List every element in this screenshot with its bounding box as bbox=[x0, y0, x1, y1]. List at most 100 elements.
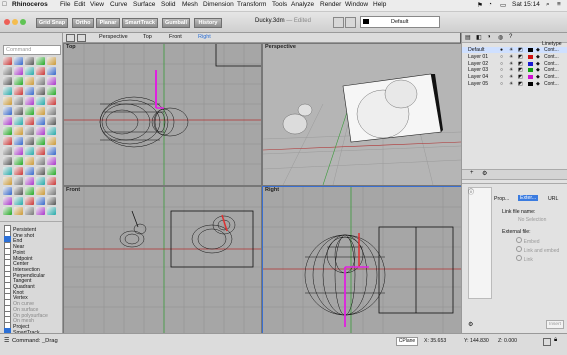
tool-icon[interactable] bbox=[14, 187, 23, 195]
tool-icon[interactable] bbox=[25, 57, 34, 65]
menu-edit[interactable]: Edit bbox=[74, 1, 85, 8]
layer-visible-icon[interactable]: ☀ bbox=[509, 54, 513, 60]
menu-window[interactable]: Window bbox=[345, 1, 368, 8]
tool-icon[interactable] bbox=[3, 127, 12, 135]
properties-gear-icon[interactable]: ⚙ bbox=[468, 321, 473, 328]
layer-color-swatch[interactable] bbox=[528, 54, 533, 59]
menu-solid[interactable]: Solid bbox=[161, 1, 175, 8]
layer-row[interactable]: Layer 04 ○ ☀ ◩ ◆ Cont... bbox=[462, 74, 567, 80]
command-input[interactable]: Command bbox=[3, 45, 61, 55]
tool-icon[interactable] bbox=[47, 187, 56, 195]
tool-icon[interactable] bbox=[36, 147, 45, 155]
tool-icon[interactable] bbox=[14, 57, 23, 65]
layer-linetype[interactable]: Cont... bbox=[544, 74, 559, 80]
tool-icon[interactable] bbox=[36, 197, 45, 205]
tool-icon[interactable] bbox=[47, 67, 56, 75]
tool-icon[interactable] bbox=[36, 127, 45, 135]
tool-icon[interactable] bbox=[25, 157, 34, 165]
layer-row[interactable]: Default ● ☀ ◩ ◆ Cont... bbox=[462, 47, 567, 53]
tool-icon[interactable] bbox=[36, 77, 45, 85]
layer-linetype[interactable]: Cont... bbox=[544, 81, 559, 87]
materials-panel-icon[interactable]: ◍ bbox=[498, 34, 503, 41]
tool-icon[interactable] bbox=[25, 167, 34, 175]
clock-text[interactable]: Sat 15:14 bbox=[512, 1, 540, 8]
tool-icon[interactable] bbox=[47, 177, 56, 185]
tab-url[interactable]: URL bbox=[548, 196, 558, 202]
ortho-button[interactable]: Ortho bbox=[72, 18, 94, 28]
layer-lock-icon[interactable]: ◩ bbox=[518, 54, 523, 60]
layer-color-swatch[interactable] bbox=[528, 68, 533, 73]
display-panel-icon[interactable]: ◑ bbox=[487, 34, 491, 40]
viewport-top[interactable]: Top bbox=[63, 43, 262, 186]
menu-view[interactable]: View bbox=[90, 1, 104, 8]
tool-icon[interactable] bbox=[25, 77, 34, 85]
search-icon[interactable]: ⌕ bbox=[546, 1, 550, 9]
viewport-right[interactable]: Right bbox=[262, 186, 462, 334]
tool-icon[interactable] bbox=[3, 167, 12, 175]
tool-icon[interactable] bbox=[14, 207, 23, 215]
layer-row[interactable]: Layer 01 ○ ☀ ◩ ◆ Cont... bbox=[462, 54, 567, 60]
tool-icon[interactable] bbox=[36, 87, 45, 95]
menu-file[interactable]: File bbox=[60, 1, 70, 8]
layer-row[interactable]: Layer 02 ○ ☀ ◩ ◆ Cont... bbox=[462, 61, 567, 67]
tool-icon[interactable] bbox=[3, 77, 12, 85]
menu-help[interactable]: Help bbox=[373, 1, 386, 8]
layer-material-icon[interactable]: ◆ bbox=[536, 47, 540, 53]
menu-tools[interactable]: Tools bbox=[272, 1, 287, 8]
layer-options-button[interactable]: ⚙ bbox=[482, 170, 487, 177]
menu-analyze[interactable]: Analyze bbox=[291, 1, 314, 8]
tool-icon[interactable] bbox=[3, 207, 12, 215]
tab-properties[interactable]: Prop... bbox=[494, 196, 509, 202]
layer-material-icon[interactable]: ◆ bbox=[536, 67, 540, 73]
layer-material-icon[interactable]: ◆ bbox=[536, 54, 540, 60]
menu-surface[interactable]: Surface bbox=[133, 1, 155, 8]
layer-linetype[interactable]: Cont... bbox=[544, 61, 559, 67]
history-button[interactable]: History bbox=[194, 18, 222, 28]
layer-dropdown[interactable]: Default bbox=[360, 16, 440, 28]
add-layer-button[interactable]: + bbox=[470, 170, 474, 176]
link-and-embed-radio[interactable]: Link and embed bbox=[516, 246, 559, 254]
tool-icon[interactable] bbox=[3, 197, 12, 205]
tool-icon[interactable] bbox=[14, 127, 23, 135]
tab-right[interactable]: Right bbox=[198, 34, 211, 40]
layers-panel-icon[interactable]: ▤ bbox=[465, 34, 471, 41]
tool-icon[interactable] bbox=[14, 87, 23, 95]
tool-icon[interactable] bbox=[47, 97, 56, 105]
info-icon[interactable]: ⓘ bbox=[468, 187, 474, 196]
menu-curve[interactable]: Curve bbox=[110, 1, 127, 8]
tab-top[interactable]: Top bbox=[143, 34, 152, 40]
gumball-button[interactable]: Gumball bbox=[162, 18, 190, 28]
tool-icon[interactable] bbox=[3, 107, 12, 115]
tool-icon[interactable] bbox=[36, 97, 45, 105]
layer-color-swatch[interactable] bbox=[528, 75, 533, 80]
grid-snap-button[interactable]: Grid Snap bbox=[36, 18, 68, 28]
tool-icon[interactable] bbox=[25, 177, 34, 185]
tool-icon[interactable] bbox=[25, 187, 34, 195]
app-menu[interactable]: Rhinoceros bbox=[12, 1, 48, 8]
layer-visible-icon[interactable]: ☀ bbox=[509, 47, 513, 53]
tab-perspective[interactable]: Perspective bbox=[99, 34, 128, 40]
layer-visibility-icon[interactable] bbox=[345, 17, 356, 28]
list-icon[interactable]: ≡ bbox=[557, 1, 561, 8]
tool-icon[interactable] bbox=[25, 107, 34, 115]
units-icon[interactable] bbox=[543, 338, 551, 346]
viewport-perspective[interactable]: Perspective bbox=[262, 43, 462, 186]
tool-icon[interactable] bbox=[36, 187, 45, 195]
battery-icon[interactable]: ▭ bbox=[500, 1, 506, 9]
menu-transform[interactable]: Transform bbox=[237, 1, 266, 8]
tool-icon[interactable] bbox=[14, 77, 23, 85]
menu-render[interactable]: Render bbox=[320, 1, 341, 8]
layer-lock-icon[interactable]: ◩ bbox=[518, 74, 523, 80]
layer-color-swatch[interactable] bbox=[528, 61, 533, 66]
layer-material-icon[interactable]: ◆ bbox=[536, 81, 540, 87]
tool-icon[interactable] bbox=[47, 197, 56, 205]
tool-icon[interactable] bbox=[25, 67, 34, 75]
tool-icon[interactable] bbox=[25, 97, 34, 105]
tool-icon[interactable] bbox=[25, 207, 34, 215]
cplane-dropdown[interactable]: CPlane bbox=[396, 337, 418, 346]
tool-icon[interactable] bbox=[14, 147, 23, 155]
tool-icon[interactable] bbox=[14, 117, 23, 125]
layer-current-icon[interactable]: ● bbox=[500, 47, 503, 53]
tool-icon[interactable] bbox=[3, 67, 12, 75]
close-window-button[interactable] bbox=[4, 19, 10, 25]
